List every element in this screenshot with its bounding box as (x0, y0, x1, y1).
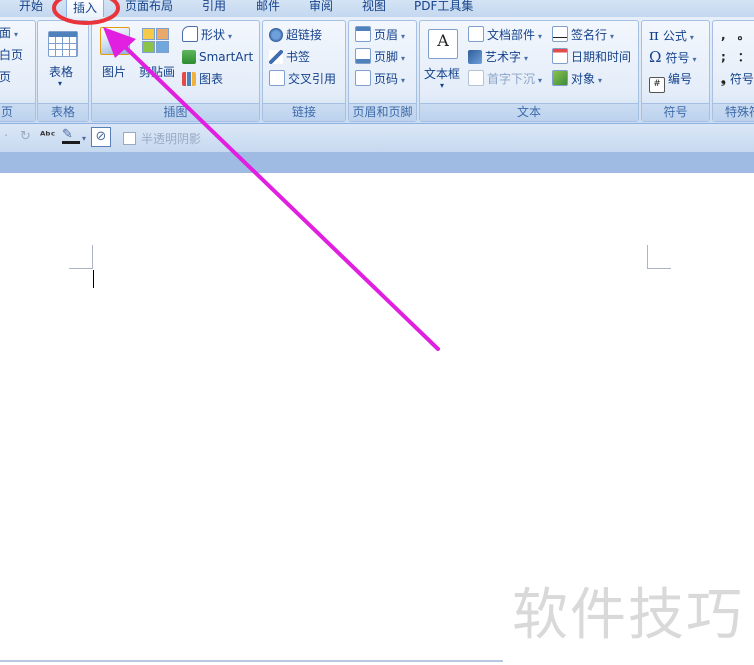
margin-mark-top-right-vertical (647, 245, 648, 268)
drawing-toolbar: · ↻ ᴬᵇᶜ ✎ ▾ ⊘ 半透明阴影 (0, 124, 754, 153)
header-button[interactable]: 页眉 ▾ (355, 25, 405, 45)
equation-button[interactable]: π 公式 ▾ (649, 25, 694, 45)
workspace-strip (0, 153, 754, 173)
shadow-toggle-icon[interactable]: ⊘ (91, 127, 111, 147)
textbox-icon[interactable]: A (428, 29, 458, 59)
calendar-icon (552, 48, 568, 64)
watermark-text: 软件技巧 (512, 583, 744, 648)
footer-icon (355, 48, 371, 64)
tab-home[interactable]: 开始 (19, 0, 43, 15)
group-links: 超链接 书签 交叉引用 链接 (262, 20, 346, 122)
blank-page-button[interactable]: 白页 (0, 45, 23, 65)
semicolon-symbol-button[interactable]: ; ： (721, 47, 750, 67)
ribbon: 面 ▾ 白页 页 页 表格 ▾ 表格 图片 剪贴画 形状 ▾ SmartArt 图表… (0, 17, 754, 124)
clipart-button-label[interactable]: 剪贴画 (139, 63, 175, 80)
tab-view[interactable]: 视图 (362, 0, 386, 15)
comma-symbol-button[interactable]: , 。 (721, 25, 750, 45)
bookmark-button[interactable]: 书签 (269, 47, 310, 67)
header-icon (355, 26, 371, 42)
group-pages: 面 ▾ 白页 页 页 (0, 20, 36, 122)
chevron-down-icon[interactable]: ▾ (82, 134, 86, 143)
table-button-label[interactable]: 表格 (49, 63, 73, 80)
signature-icon (552, 26, 568, 42)
semi-transparent-shadow-label: 半透明阴影 (141, 132, 202, 146)
shapes-button[interactable]: 形状 ▾ (182, 25, 232, 45)
omega-icon: Ω (649, 48, 662, 66)
hyperlink-button[interactable]: 超链接 (269, 25, 322, 45)
date-time-button[interactable]: 日期和时间 (552, 47, 631, 67)
ribbon-tab-bar: 开始 插入 页面布局 引用 邮件 审阅 视图 PDF工具集 (0, 0, 754, 19)
spell-check-icon[interactable]: ᴬᵇᶜ (40, 129, 55, 142)
pi-icon: π (649, 26, 659, 44)
object-button[interactable]: 对象 ▾ (552, 69, 602, 89)
group-text: A 文本框 ▾ 文档部件 ▾ 艺术字 ▾ 首字下沉 ▾ 签名行 ▾ 日期和时间 对象 ▾ … (419, 20, 639, 122)
cover-page-button[interactable]: 面 ▾ (0, 23, 18, 43)
textbox-button-label[interactable]: 文本框 (424, 65, 460, 82)
chart-button[interactable]: 图表 (182, 69, 223, 89)
group-title-pages: 页 (0, 103, 35, 121)
dropcap-button[interactable]: 首字下沉 ▾ (468, 69, 542, 89)
quick-parts-button[interactable]: 文档部件 ▾ (468, 25, 542, 45)
line-color-icon[interactable]: ✎ (62, 128, 80, 144)
group-title-links: 链接 (263, 103, 345, 121)
clipart-icon[interactable] (142, 28, 169, 53)
smartart-button[interactable]: SmartArt (182, 47, 253, 67)
group-title-header-footer: 页眉和页脚 (349, 103, 416, 121)
chart-icon (182, 72, 196, 86)
page-number-icon (355, 70, 371, 86)
object-icon (552, 70, 568, 86)
tab-pdf-tools[interactable]: PDF工具集 (414, 0, 473, 15)
margin-mark-top-right-horizontal (647, 268, 671, 269)
group-title-symbols: 符号 (642, 103, 709, 121)
separator-icon: · (4, 129, 9, 144)
wordart-icon (468, 50, 482, 64)
quick-parts-icon (468, 26, 484, 42)
smartart-icon (182, 50, 196, 64)
group-illustrations: 图片 剪贴画 形状 ▾ SmartArt 图表 插图 (91, 20, 260, 122)
group-title-illustrations: 插图 (92, 103, 259, 121)
group-title-table: 表格 (38, 103, 88, 121)
page-break-button[interactable]: 页 (0, 67, 11, 87)
group-symbols: π 公式 ▾ Ω 符号 ▾ # 编号 符号 (641, 20, 710, 122)
picture-icon[interactable] (100, 27, 130, 55)
number-icon: # (649, 77, 665, 93)
chevron-down-icon[interactable]: ▾ (440, 81, 444, 90)
group-header-footer: 页眉 ▾ 页脚 ▾ 页码 ▾ 页眉和页脚 (348, 20, 417, 122)
table-icon[interactable] (48, 31, 78, 57)
group-title-special-symbols: 特殊符 (713, 103, 754, 121)
symbol-button[interactable]: Ω 符号 ▾ (649, 47, 696, 67)
chevron-down-icon[interactable]: ▾ (58, 79, 62, 88)
group-table: 表格 ▾ 表格 (37, 20, 89, 122)
margin-mark-top-left-vertical (92, 245, 93, 268)
page-bottom-edge (0, 660, 503, 662)
wordart-button[interactable]: 艺术字 ▾ (468, 47, 528, 67)
cross-reference-button[interactable]: 交叉引用 (269, 69, 336, 89)
cross-reference-icon (269, 70, 285, 86)
more-symbols-button[interactable]: ❟ 符号 (721, 69, 754, 89)
redo-icon[interactable]: ↻ (20, 129, 31, 144)
tab-mailings[interactable]: 邮件 (256, 0, 280, 15)
signature-line-button[interactable]: 签名行 ▾ (552, 25, 614, 45)
tab-review[interactable]: 审阅 (309, 0, 333, 15)
group-special-symbols: , 。 ; ： ❟ 符号 特殊符 (712, 20, 754, 122)
numbering-button[interactable]: # 编号 (649, 69, 692, 93)
semi-transparent-shadow-checkbox[interactable] (123, 132, 136, 145)
tab-references[interactable]: 引用 (202, 0, 226, 15)
page-number-button[interactable]: 页码 ▾ (355, 69, 405, 89)
bookmark-icon (269, 50, 283, 64)
group-title-text: 文本 (420, 103, 638, 121)
margin-mark-top-left-horizontal (69, 268, 93, 269)
dropcap-icon (468, 70, 484, 86)
tab-page-layout[interactable]: 页面布局 (125, 0, 173, 15)
text-cursor (93, 270, 94, 288)
footer-button[interactable]: 页脚 ▾ (355, 47, 405, 67)
picture-button-label[interactable]: 图片 (102, 63, 126, 80)
globe-link-icon (269, 28, 283, 42)
shapes-icon (182, 26, 198, 42)
